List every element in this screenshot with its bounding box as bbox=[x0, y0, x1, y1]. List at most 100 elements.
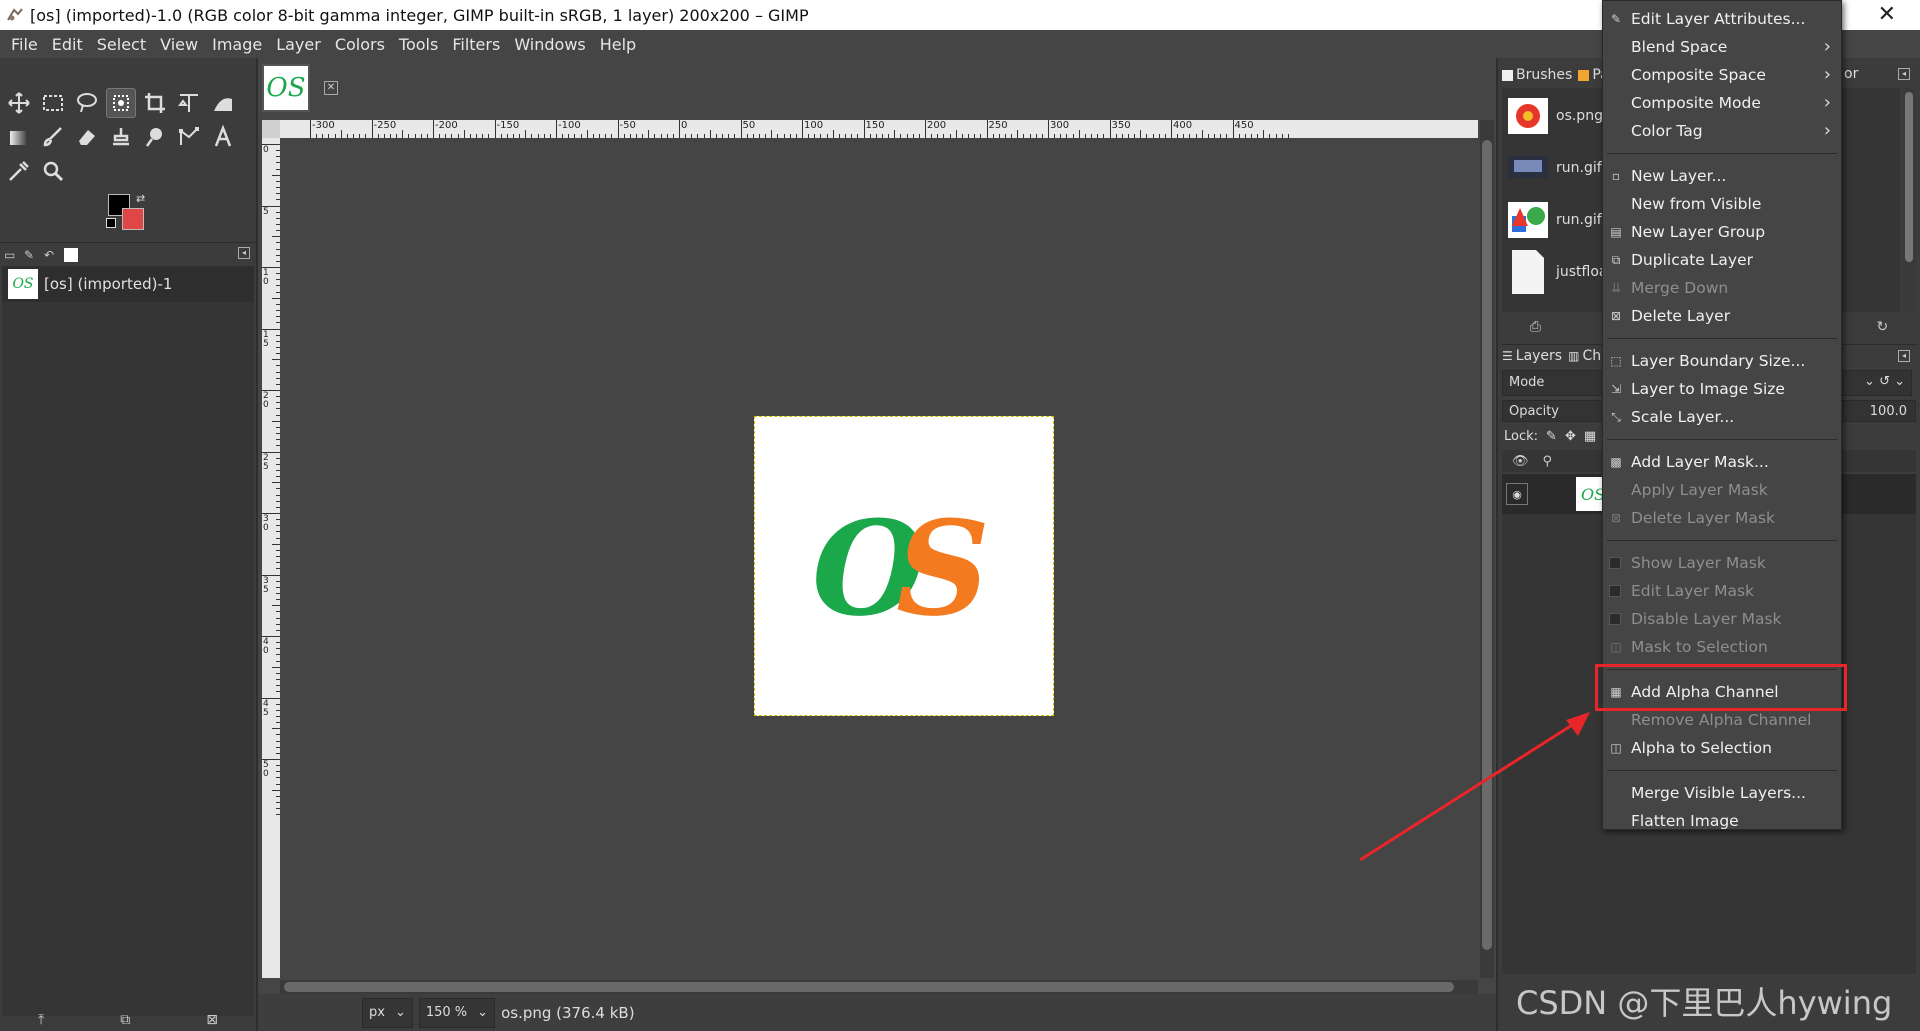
panel-menu-icon[interactable]: ◂ bbox=[1898, 350, 1910, 362]
scrollbar-thumb[interactable] bbox=[1905, 92, 1913, 262]
menu-item-add-layer-mask[interactable]: ▩ Add Layer Mask... bbox=[1603, 448, 1841, 476]
menu-item-scale-layer[interactable]: ⤡ Scale Layer... bbox=[1603, 403, 1841, 431]
fuzzy-select-tool-icon[interactable] bbox=[106, 88, 136, 118]
gradient-tool-icon[interactable] bbox=[4, 122, 34, 152]
device-status-tab-icon[interactable]: ✎ bbox=[24, 248, 38, 262]
close-tab-icon[interactable]: ✕ bbox=[324, 81, 338, 95]
smudge-tool-icon[interactable] bbox=[140, 122, 170, 152]
zoom-tool-icon[interactable] bbox=[38, 156, 68, 186]
images-tab-icon[interactable] bbox=[64, 247, 78, 262]
menu-file[interactable]: File bbox=[4, 35, 45, 54]
eye-icon[interactable]: ◉ bbox=[1506, 483, 1528, 505]
menu-item-blend-space[interactable]: Blend Space › bbox=[1603, 33, 1841, 61]
menu-item-new-layer-group[interactable]: ▤ New Layer Group bbox=[1603, 218, 1841, 246]
vertical-ruler[interactable]: 0 5 1 0 1 5 2 0 2 5 3 0 3 5 4 0 4 5 5 0 bbox=[262, 138, 280, 978]
menu-item-merge-visible-layers[interactable]: Merge Visible Layers... bbox=[1603, 779, 1841, 807]
delete-image-icon[interactable]: ⊠ bbox=[206, 1012, 218, 1028]
unit-select[interactable]: px ⌄ bbox=[362, 997, 413, 1028]
paths-tool-icon[interactable] bbox=[174, 122, 204, 152]
panel-menu-icon[interactable]: ◂ bbox=[1898, 68, 1910, 80]
menu-item-composite-space[interactable]: Composite Space › bbox=[1603, 61, 1841, 89]
refresh-icon[interactable]: ↻ bbox=[1877, 319, 1889, 335]
menu-item-layer-to-image-size[interactable]: ⇲ Layer to Image Size bbox=[1603, 375, 1841, 403]
menu-item-apply-layer-mask[interactable]: Apply Layer Mask bbox=[1603, 476, 1841, 504]
undo-history-tab-icon[interactable]: ↶ bbox=[44, 248, 58, 262]
menu-item-edit-layer-mask[interactable]: Edit Layer Mask bbox=[1603, 577, 1841, 605]
tool-options-tab-icon[interactable]: ▭ bbox=[4, 248, 18, 262]
paintbrush-tool-icon[interactable] bbox=[38, 122, 68, 152]
ruler-corner[interactable] bbox=[262, 120, 280, 138]
menu-item-new-from-visible[interactable]: New from Visible bbox=[1603, 190, 1841, 218]
color-picker-tool-icon[interactable] bbox=[4, 156, 34, 186]
menu-item-flatten-image[interactable]: Flatten Image bbox=[1603, 807, 1841, 835]
lock-alpha-icon[interactable]: ▦ bbox=[1584, 429, 1596, 444]
image-list-item[interactable]: OS [os] (imported)-1 bbox=[2, 266, 254, 302]
move-tool-icon[interactable] bbox=[4, 88, 34, 118]
clone-tool-icon[interactable] bbox=[106, 122, 136, 152]
menu-item-composite-mode[interactable]: Composite Mode › bbox=[1603, 89, 1841, 117]
swap-colors-icon[interactable]: ⇄ bbox=[136, 192, 145, 205]
background-color-swatch[interactable] bbox=[122, 208, 144, 230]
partial-tab-label[interactable]: or bbox=[1844, 66, 1858, 82]
zoom-select[interactable]: 150 % ⌄ bbox=[418, 997, 496, 1028]
menu-view[interactable]: View bbox=[153, 35, 205, 54]
brush-item[interactable]: justfloat bbox=[1508, 248, 1613, 296]
menu-windows[interactable]: Windows bbox=[507, 35, 592, 54]
color-swatches[interactable]: ⇄ bbox=[106, 192, 152, 234]
warp-tool-icon[interactable] bbox=[208, 88, 238, 118]
unified-transform-tool-icon[interactable] bbox=[174, 88, 204, 118]
eraser-tool-icon[interactable] bbox=[72, 122, 102, 152]
menu-separator bbox=[1607, 153, 1837, 154]
menu-item-mask-to-selection[interactable]: ◫ Mask to Selection bbox=[1603, 633, 1841, 661]
tab-brushes[interactable]: Brushes bbox=[1502, 67, 1572, 83]
menu-layer[interactable]: Layer bbox=[269, 35, 328, 54]
chain-header-icon: ⚲ bbox=[1542, 453, 1553, 469]
brush-item[interactable]: os.png bbox=[1508, 92, 1603, 140]
panel-menu-icon[interactable]: ◂ bbox=[238, 247, 250, 259]
ruler-label: 3 0 bbox=[263, 514, 269, 533]
raise-view-icon[interactable]: ⤒ bbox=[38, 1012, 44, 1028]
menu-item-alpha-to-selection[interactable]: ◫ Alpha to Selection bbox=[1603, 734, 1841, 762]
menu-item-label: Scale Layer... bbox=[1631, 408, 1735, 426]
new-display-icon[interactable]: ⧉ bbox=[120, 1012, 130, 1028]
lock-position-icon[interactable]: ✥ bbox=[1565, 429, 1576, 444]
menu-item-delete-layer-mask[interactable]: ⊠ Delete Layer Mask bbox=[1603, 504, 1841, 532]
menu-item-layer-boundary-size[interactable]: ⬚ Layer Boundary Size... bbox=[1603, 347, 1841, 375]
menu-item-merge-down[interactable]: ⇊ Merge Down bbox=[1603, 274, 1841, 302]
canvas-view[interactable]: O S bbox=[280, 138, 1478, 978]
lasso-tool-icon[interactable] bbox=[72, 88, 102, 118]
brush-item[interactable]: run.gif ( bbox=[1508, 144, 1612, 192]
lock-pixels-icon[interactable]: ✎ bbox=[1546, 429, 1557, 444]
tab-layers[interactable]: ☰ Layers bbox=[1502, 348, 1562, 364]
reset-colors-icon[interactable] bbox=[106, 218, 116, 228]
text-tool-icon[interactable] bbox=[208, 122, 238, 152]
brushes-scrollbar[interactable] bbox=[1902, 88, 1916, 312]
menu-help[interactable]: Help bbox=[593, 35, 643, 54]
open-brush-icon[interactable]: ⎙ bbox=[1530, 319, 1541, 335]
menu-item-delete-layer[interactable]: ⊠ Delete Layer bbox=[1603, 302, 1841, 330]
menu-item-duplicate-layer[interactable]: ⧉ Duplicate Layer bbox=[1603, 246, 1841, 274]
menu-item-new-layer[interactable]: ▫ New Layer... bbox=[1603, 162, 1841, 190]
crop-tool-icon[interactable] bbox=[140, 88, 170, 118]
menu-image[interactable]: Image bbox=[205, 35, 269, 54]
image-canvas[interactable]: O S bbox=[754, 416, 1054, 716]
horizontal-ruler[interactable]: -300 -250 -200 -150 -100 -50 0 50 100 150 200 250 30… bbox=[280, 120, 1478, 138]
ruler-tick bbox=[272, 789, 280, 791]
image-tab[interactable]: OS bbox=[262, 64, 310, 112]
menu-item-show-layer-mask[interactable]: Show Layer Mask bbox=[1603, 549, 1841, 577]
menu-tools[interactable]: Tools bbox=[392, 35, 445, 54]
menu-item-color-tag[interactable]: Color Tag › bbox=[1603, 117, 1841, 145]
horizontal-scrollbar[interactable] bbox=[280, 980, 1478, 994]
ruler-tick bbox=[262, 390, 280, 391]
menu-edit[interactable]: Edit bbox=[45, 35, 90, 54]
menu-colors[interactable]: Colors bbox=[328, 35, 392, 54]
rect-select-tool-icon[interactable] bbox=[38, 88, 68, 118]
menu-item-edit-layer-attributes[interactable]: ✎ Edit Layer Attributes... bbox=[1603, 5, 1841, 33]
close-window-button[interactable]: ✕ bbox=[1878, 2, 1896, 27]
menu-filters[interactable]: Filters bbox=[445, 35, 507, 54]
menu-select[interactable]: Select bbox=[90, 35, 153, 54]
scrollbar-thumb[interactable] bbox=[284, 982, 1454, 992]
ruler-tick bbox=[986, 120, 988, 138]
brush-item[interactable]: run.gif bbox=[1508, 196, 1602, 244]
menu-item-disable-layer-mask[interactable]: Disable Layer Mask bbox=[1603, 605, 1841, 633]
